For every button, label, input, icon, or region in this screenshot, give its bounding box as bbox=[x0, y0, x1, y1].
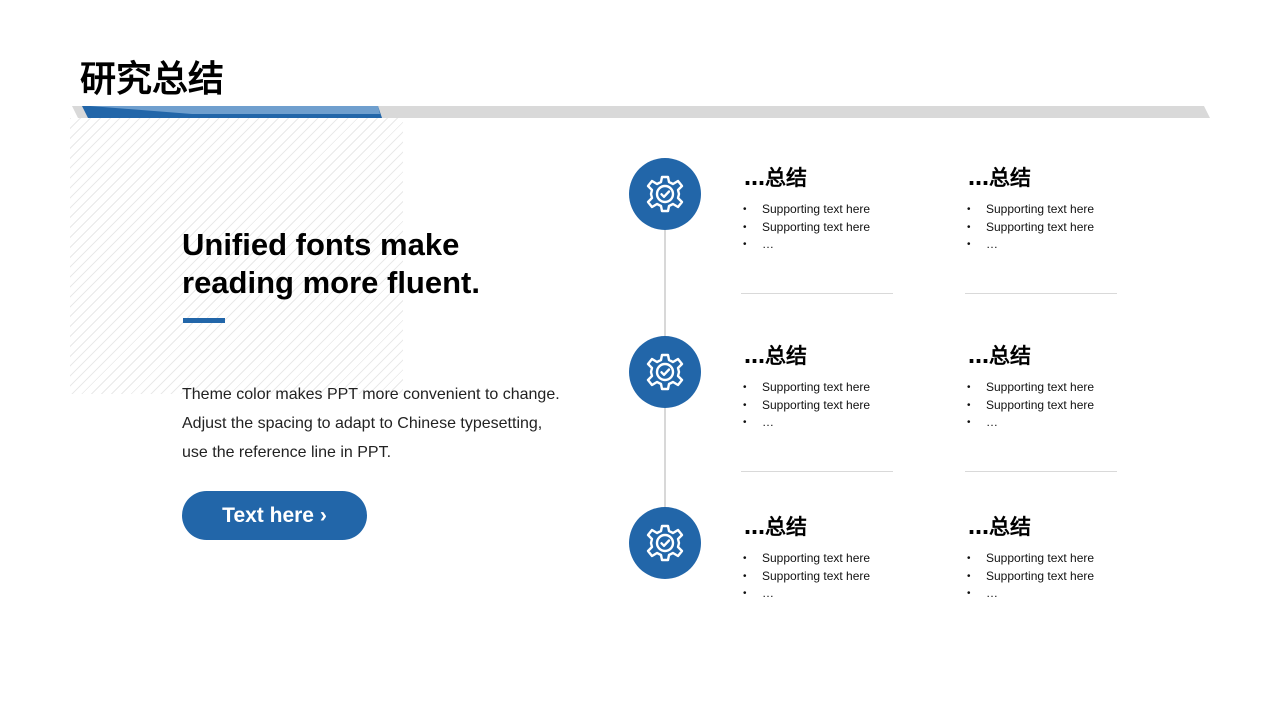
timeline-node-3 bbox=[629, 507, 701, 579]
summary-card: …总结 Supporting text here Supporting text… bbox=[965, 343, 1117, 432]
bullet-item: … bbox=[965, 414, 1117, 432]
bullet-item: Supporting text here bbox=[965, 201, 1117, 219]
bullet-item: … bbox=[965, 236, 1117, 254]
gear-check-icon bbox=[646, 175, 684, 213]
card-bullet-list: Supporting text here Supporting text her… bbox=[965, 379, 1117, 432]
card-title: …总结 bbox=[968, 166, 1031, 190]
card-bullet-list: Supporting text here Supporting text her… bbox=[965, 201, 1117, 254]
bullet-item: Supporting text here bbox=[741, 568, 893, 586]
timeline-node-1 bbox=[629, 158, 701, 230]
body-line: Theme color makes PPT more convenient to… bbox=[182, 386, 560, 403]
card-bullet-list: Supporting text here Supporting text her… bbox=[741, 201, 893, 254]
accent-underline bbox=[183, 318, 225, 323]
gear-check-icon bbox=[646, 524, 684, 562]
body-line: Adjust the spacing to adapt to Chinese t… bbox=[182, 415, 543, 432]
card-title: …总结 bbox=[968, 344, 1031, 368]
bullet-item: Supporting text here bbox=[741, 219, 893, 237]
bullet-item: Supporting text here bbox=[965, 397, 1117, 415]
gear-check-icon bbox=[646, 353, 684, 391]
card-divider bbox=[965, 471, 1117, 472]
summary-card: …总结 Supporting text here Supporting text… bbox=[965, 514, 1117, 603]
bullet-item: Supporting text here bbox=[965, 219, 1117, 237]
summary-card: …总结 Supporting text here Supporting text… bbox=[741, 514, 893, 603]
card-divider bbox=[741, 471, 893, 472]
summary-card: …总结 Supporting text here Supporting text… bbox=[965, 165, 1117, 254]
slide-title: 研究总结 bbox=[80, 59, 225, 100]
bullet-item: Supporting text here bbox=[741, 550, 893, 568]
summary-card: …总结 Supporting text here Supporting text… bbox=[741, 165, 893, 254]
body-paragraph: Theme color makes PPT more convenient to… bbox=[182, 380, 560, 467]
card-bullet-list: Supporting text here Supporting text her… bbox=[741, 379, 893, 432]
text-here-button[interactable]: Text here › bbox=[182, 491, 367, 540]
bullet-item: Supporting text here bbox=[741, 379, 893, 397]
bullet-item: … bbox=[741, 585, 893, 603]
headline: Unified fonts make reading more fluent. bbox=[182, 226, 542, 302]
bullet-item: Supporting text here bbox=[965, 568, 1117, 586]
bullet-item: Supporting text here bbox=[741, 201, 893, 219]
timeline-node-2 bbox=[629, 336, 701, 408]
headline-line: reading more fluent. bbox=[182, 265, 480, 300]
card-title: …总结 bbox=[744, 344, 807, 368]
bullet-item: Supporting text here bbox=[965, 550, 1117, 568]
bullet-item: … bbox=[741, 236, 893, 254]
card-divider bbox=[741, 293, 893, 294]
card-title: …总结 bbox=[744, 515, 807, 539]
bullet-item: … bbox=[741, 414, 893, 432]
bullet-item: … bbox=[965, 585, 1117, 603]
button-label: Text here › bbox=[222, 503, 327, 527]
card-divider bbox=[965, 293, 1117, 294]
bullet-item: Supporting text here bbox=[741, 397, 893, 415]
bullet-item: Supporting text here bbox=[965, 379, 1117, 397]
body-line: use the reference line in PPT. bbox=[182, 444, 392, 461]
card-title: …总结 bbox=[744, 166, 807, 190]
summary-card: …总结 Supporting text here Supporting text… bbox=[741, 343, 893, 432]
card-bullet-list: Supporting text here Supporting text her… bbox=[741, 550, 893, 603]
card-bullet-list: Supporting text here Supporting text her… bbox=[965, 550, 1117, 603]
headline-line: Unified fonts make bbox=[182, 227, 460, 262]
card-title: …总结 bbox=[968, 515, 1031, 539]
header-accent-bar bbox=[72, 106, 1210, 118]
